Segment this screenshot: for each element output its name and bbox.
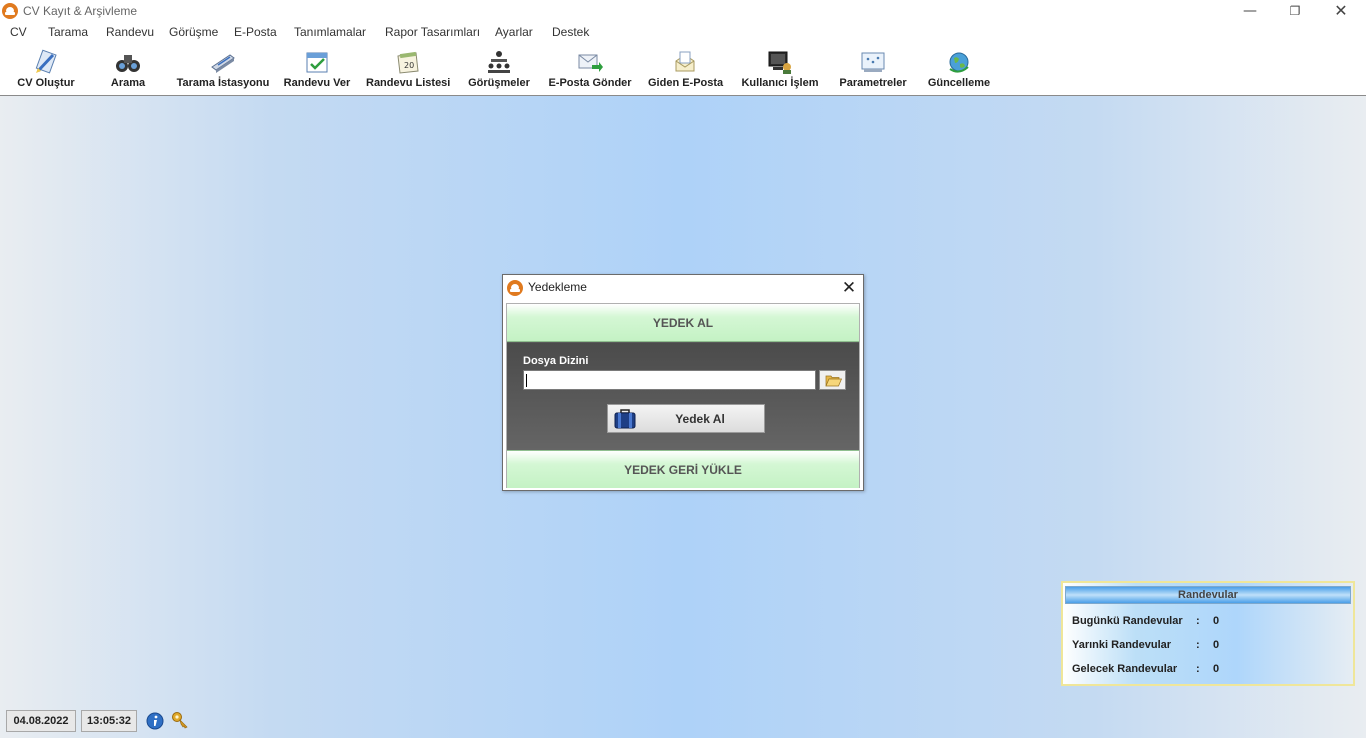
appointments-row-label: Yarınki Randevular [1072,639,1172,651]
appointments-row-separator: : [1196,663,1200,675]
menu-destek[interactable]: Destek [552,25,589,39]
key-icon[interactable] [171,711,189,729]
toolbar-label: Giden E-Posta [648,77,724,89]
toolbar-parametreler[interactable]: Parametreler [836,42,910,95]
menu-randevu[interactable]: Randevu [106,25,154,39]
close-button[interactable]: ✕ [1318,0,1364,22]
menu-ayarlar[interactable]: Ayarlar [495,25,533,39]
info-icon[interactable] [146,712,164,730]
backup-dialog: Yedekleme ✕ YEDEK AL Dosya Dizini Yedek … [502,274,864,491]
status-date: 04.08.2022 [6,710,76,732]
menu-tanimlamalar[interactable]: Tanımlamalar [294,25,366,39]
path-label: Dosya Dizini [523,355,589,367]
appointments-row-label: Gelecek Randevular [1072,663,1178,675]
appointments-future-count: 0 [1213,663,1220,675]
appointments-tomorrow-count: 0 [1213,639,1220,651]
menu-bar: CV Tarama Randevu Görüşme E-Posta Tanıml… [0,22,1366,42]
backup-section-header[interactable]: YEDEK AL [507,304,859,342]
folder-open-icon [825,375,842,387]
appointments-panel: Randevular Bugünkü Randevular : 0 Yarınk… [1061,581,1355,686]
toolbar-kullanici-islem[interactable]: Kullanıcı İşlem [738,42,822,95]
globe-update-icon [949,52,969,73]
meeting-icon [488,51,510,73]
scanner-icon [211,54,235,73]
backup-button-label: Yedek Al [675,412,725,426]
menu-rapor-tasarimlari[interactable]: Rapor Tasarımları [385,25,480,39]
cv-create-icon [35,49,57,74]
backup-panel: Dosya Dizini Yedek Al [507,343,859,450]
window-title: CV Kayıt & Arşivleme [23,4,138,18]
path-input[interactable] [523,370,816,390]
menu-tarama[interactable]: Tarama [48,25,88,39]
minimize-button[interactable]: — [1227,0,1273,22]
toolbar-label: Parametreler [839,77,907,89]
calendar-icon: 20 [397,51,419,74]
user-terminal-icon [768,51,791,74]
toolbar-label: Tarama İstasyonu [176,77,270,89]
toolbar-randevu-ver[interactable]: Randevu Ver [283,42,351,95]
binoculars-icon [116,55,140,72]
dialog-title: Yedekleme [528,280,587,294]
menu-cv[interactable]: CV [10,25,27,39]
toolbar-cv-olustur[interactable]: CV Oluştur [12,42,80,95]
appointments-today-count: 0 [1213,615,1220,627]
appointments-row-label: Bugünkü Randevular [1072,615,1183,627]
toolbar-label: Randevu Listesi [366,77,451,89]
text-caret [526,374,527,387]
browse-button[interactable] [819,370,846,390]
svg-text:20: 20 [404,61,414,70]
toolbar-randevu-listesi[interactable]: 20 Randevu Listesi [366,42,450,95]
toolbar-label: Güncelleme [927,77,991,89]
dialog-title-bar: Yedekleme ✕ [503,275,863,301]
app-logo-icon [2,3,18,19]
parameters-icon [861,52,885,72]
restore-button[interactable]: ❐ [1272,0,1318,22]
dialog-body: YEDEK AL Dosya Dizini Yedek Al YEDEK GER… [506,303,860,488]
appointments-row-separator: : [1196,615,1200,627]
mail-outbox-icon [675,51,695,72]
toolbar-label: E-Posta Gönder [548,77,632,89]
appointments-row-separator: : [1196,639,1200,651]
toolbar-label: Kullanıcı İşlem [741,77,819,89]
toolbar-label: Randevu Ver [283,77,351,89]
toolbar-gorusmeler[interactable]: Görüşmeler [466,42,532,95]
mail-send-icon [578,54,603,72]
toolbar-guncelleme[interactable]: Güncelleme [926,42,992,95]
toolbar-eposta-gonder[interactable]: E-Posta Gönder [548,42,632,95]
toolbar-label: CV Oluştur [17,77,75,89]
appointments-title: Randevular [1065,586,1351,604]
toolbar-label: Arama [110,77,146,89]
calendar-check-icon [306,52,328,73]
title-bar: CV Kayıt & Arşivleme — ❐ ✕ [0,0,1366,22]
app-logo-icon [507,280,523,296]
toolbar-giden-eposta[interactable]: Giden E-Posta [648,42,724,95]
menu-gorusme[interactable]: Görüşme [169,25,218,39]
toolbar-tarama-istasyonu[interactable]: Tarama İstasyonu [174,42,272,95]
menu-eposta[interactable]: E-Posta [234,25,277,39]
dialog-close-button[interactable]: ✕ [837,276,861,300]
toolbar: CV Oluştur Arama Tarama İstasyonu Randev… [0,42,1366,96]
restore-section-header[interactable]: YEDEK GERİ YÜKLE [507,450,859,488]
backup-button[interactable]: Yedek Al [607,404,765,433]
toolbar-label: Görüşmeler [468,77,530,89]
status-time: 13:05:32 [81,710,137,732]
toolbar-arama[interactable]: Arama [100,42,156,95]
